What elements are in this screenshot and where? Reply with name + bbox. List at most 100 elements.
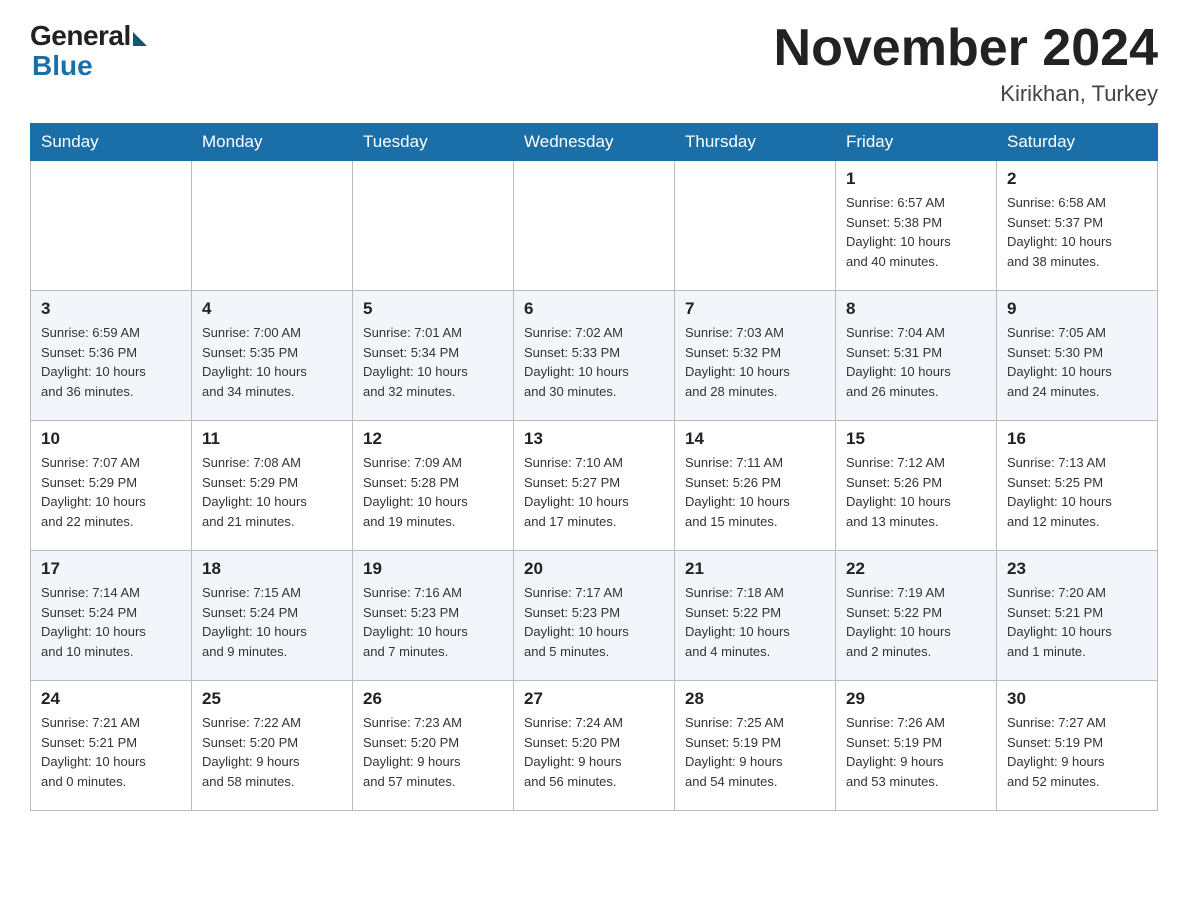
sun-info: Sunrise: 7:02 AMSunset: 5:33 PMDaylight:… [524,323,664,401]
calendar-week-5: 24 Sunrise: 7:21 AMSunset: 5:21 PMDayligh… [31,681,1158,811]
sun-info: Sunrise: 7:08 AMSunset: 5:29 PMDaylight:… [202,453,342,531]
calendar-cell: 17 Sunrise: 7:14 AMSunset: 5:24 PMDayligh… [31,551,192,681]
calendar-cell: 26Sunrise: 7:23 AMSunset: 5:20 PMDayligh… [353,681,514,811]
sun-info: Sunrise: 7:27 AMSunset: 5:19 PMDaylight:… [1007,713,1147,791]
calendar-cell [353,161,514,291]
calendar-cell [192,161,353,291]
day-number: 17 [41,559,181,579]
logo-arrow-icon [133,32,147,46]
page-header: General Blue November 2024 Kirikhan, Tur… [30,20,1158,107]
day-number: 20 [524,559,664,579]
calendar-cell [31,161,192,291]
sun-info: Sunrise: 6:57 AMSunset: 5:38 PMDaylight:… [846,193,986,271]
title-section: November 2024 Kirikhan, Turkey [774,20,1158,107]
sun-info: Sunrise: 6:58 AMSunset: 5:37 PMDaylight:… [1007,193,1147,271]
calendar-week-3: 10 Sunrise: 7:07 AMSunset: 5:29 PMDayligh… [31,421,1158,551]
sun-info: Sunrise: 7:21 AMSunset: 5:21 PMDaylight:… [41,713,181,791]
calendar-cell: 19 Sunrise: 7:16 AMSunset: 5:23 PMDayligh… [353,551,514,681]
sun-info: Sunrise: 7:25 AMSunset: 5:19 PMDaylight:… [685,713,825,791]
day-number: 9 [1007,299,1147,319]
day-number: 28 [685,689,825,709]
calendar-cell: 22 Sunrise: 7:19 AMSunset: 5:22 PMDayligh… [836,551,997,681]
calendar-cell: 3 Sunrise: 6:59 AMSunset: 5:36 PMDaylight… [31,291,192,421]
weekday-header-sunday: Sunday [31,124,192,161]
day-number: 30 [1007,689,1147,709]
calendar-cell: 18Sunrise: 7:15 AMSunset: 5:24 PMDayligh… [192,551,353,681]
logo: General Blue [30,20,147,82]
calendar-cell: 30 Sunrise: 7:27 AMSunset: 5:19 PMDayligh… [997,681,1158,811]
day-number: 24 [41,689,181,709]
sun-info: Sunrise: 7:13 AMSunset: 5:25 PMDaylight:… [1007,453,1147,531]
calendar-cell: 7 Sunrise: 7:03 AMSunset: 5:32 PMDaylight… [675,291,836,421]
day-number: 19 [363,559,503,579]
calendar-cell: 11 Sunrise: 7:08 AMSunset: 5:29 PMDayligh… [192,421,353,551]
sun-info: Sunrise: 7:18 AMSunset: 5:22 PMDaylight:… [685,583,825,661]
calendar-cell: 10 Sunrise: 7:07 AMSunset: 5:29 PMDayligh… [31,421,192,551]
logo-general-text: General [30,20,131,52]
day-number: 25 [202,689,342,709]
weekday-header-row: SundayMondayTuesdayWednesdayThursdayFrid… [31,124,1158,161]
day-number: 10 [41,429,181,449]
day-number: 12 [363,429,503,449]
day-number: 18 [202,559,342,579]
sun-info: Sunrise: 7:22 AMSunset: 5:20 PMDaylight:… [202,713,342,791]
calendar-cell: 6 Sunrise: 7:02 AMSunset: 5:33 PMDaylight… [514,291,675,421]
calendar-cell: 5 Sunrise: 7:01 AMSunset: 5:34 PMDaylight… [353,291,514,421]
sun-info: Sunrise: 7:23 AMSunset: 5:20 PMDaylight:… [363,713,503,791]
sun-info: Sunrise: 7:10 AMSunset: 5:27 PMDaylight:… [524,453,664,531]
calendar-cell: 9 Sunrise: 7:05 AMSunset: 5:30 PMDaylight… [997,291,1158,421]
day-number: 14 [685,429,825,449]
sun-info: Sunrise: 7:11 AMSunset: 5:26 PMDaylight:… [685,453,825,531]
sun-info: Sunrise: 7:01 AMSunset: 5:34 PMDaylight:… [363,323,503,401]
day-number: 3 [41,299,181,319]
day-number: 7 [685,299,825,319]
calendar-cell: 13 Sunrise: 7:10 AMSunset: 5:27 PMDayligh… [514,421,675,551]
location-text: Kirikhan, Turkey [774,81,1158,107]
sun-info: Sunrise: 7:09 AMSunset: 5:28 PMDaylight:… [363,453,503,531]
day-number: 11 [202,429,342,449]
calendar-cell: 29 Sunrise: 7:26 AMSunset: 5:19 PMDayligh… [836,681,997,811]
day-number: 1 [846,169,986,189]
sun-info: Sunrise: 7:24 AMSunset: 5:20 PMDaylight:… [524,713,664,791]
day-number: 13 [524,429,664,449]
sun-info: Sunrise: 7:17 AMSunset: 5:23 PMDaylight:… [524,583,664,661]
weekday-header-saturday: Saturday [997,124,1158,161]
sun-info: Sunrise: 6:59 AMSunset: 5:36 PMDaylight:… [41,323,181,401]
sun-info: Sunrise: 7:26 AMSunset: 5:19 PMDaylight:… [846,713,986,791]
day-number: 2 [1007,169,1147,189]
sun-info: Sunrise: 7:03 AMSunset: 5:32 PMDaylight:… [685,323,825,401]
calendar-cell: 12 Sunrise: 7:09 AMSunset: 5:28 PMDayligh… [353,421,514,551]
day-number: 21 [685,559,825,579]
calendar-cell: 28 Sunrise: 7:25 AMSunset: 5:19 PMDayligh… [675,681,836,811]
logo-blue-text: Blue [32,50,93,82]
sun-info: Sunrise: 7:05 AMSunset: 5:30 PMDaylight:… [1007,323,1147,401]
sun-info: Sunrise: 7:16 AMSunset: 5:23 PMDaylight:… [363,583,503,661]
calendar-week-4: 17 Sunrise: 7:14 AMSunset: 5:24 PMDayligh… [31,551,1158,681]
calendar-cell: 4 Sunrise: 7:00 AMSunset: 5:35 PMDaylight… [192,291,353,421]
calendar-week-2: 3 Sunrise: 6:59 AMSunset: 5:36 PMDaylight… [31,291,1158,421]
day-number: 6 [524,299,664,319]
day-number: 4 [202,299,342,319]
weekday-header-tuesday: Tuesday [353,124,514,161]
day-number: 22 [846,559,986,579]
sun-info: Sunrise: 7:14 AMSunset: 5:24 PMDaylight:… [41,583,181,661]
weekday-header-wednesday: Wednesday [514,124,675,161]
calendar-cell: 25 Sunrise: 7:22 AMSunset: 5:20 PMDayligh… [192,681,353,811]
sun-info: Sunrise: 7:00 AMSunset: 5:35 PMDaylight:… [202,323,342,401]
day-number: 15 [846,429,986,449]
day-number: 27 [524,689,664,709]
sun-info: Sunrise: 7:07 AMSunset: 5:29 PMDaylight:… [41,453,181,531]
sun-info: Sunrise: 7:12 AMSunset: 5:26 PMDaylight:… [846,453,986,531]
calendar-table: SundayMondayTuesdayWednesdayThursdayFrid… [30,123,1158,811]
calendar-cell: 14 Sunrise: 7:11 AMSunset: 5:26 PMDayligh… [675,421,836,551]
calendar-cell: 27 Sunrise: 7:24 AMSunset: 5:20 PMDayligh… [514,681,675,811]
calendar-cell: 8Sunrise: 7:04 AMSunset: 5:31 PMDaylight… [836,291,997,421]
day-number: 16 [1007,429,1147,449]
day-number: 5 [363,299,503,319]
day-number: 29 [846,689,986,709]
calendar-cell [514,161,675,291]
month-title: November 2024 [774,20,1158,77]
sun-info: Sunrise: 7:19 AMSunset: 5:22 PMDaylight:… [846,583,986,661]
sun-info: Sunrise: 7:20 AMSunset: 5:21 PMDaylight:… [1007,583,1147,661]
day-number: 23 [1007,559,1147,579]
